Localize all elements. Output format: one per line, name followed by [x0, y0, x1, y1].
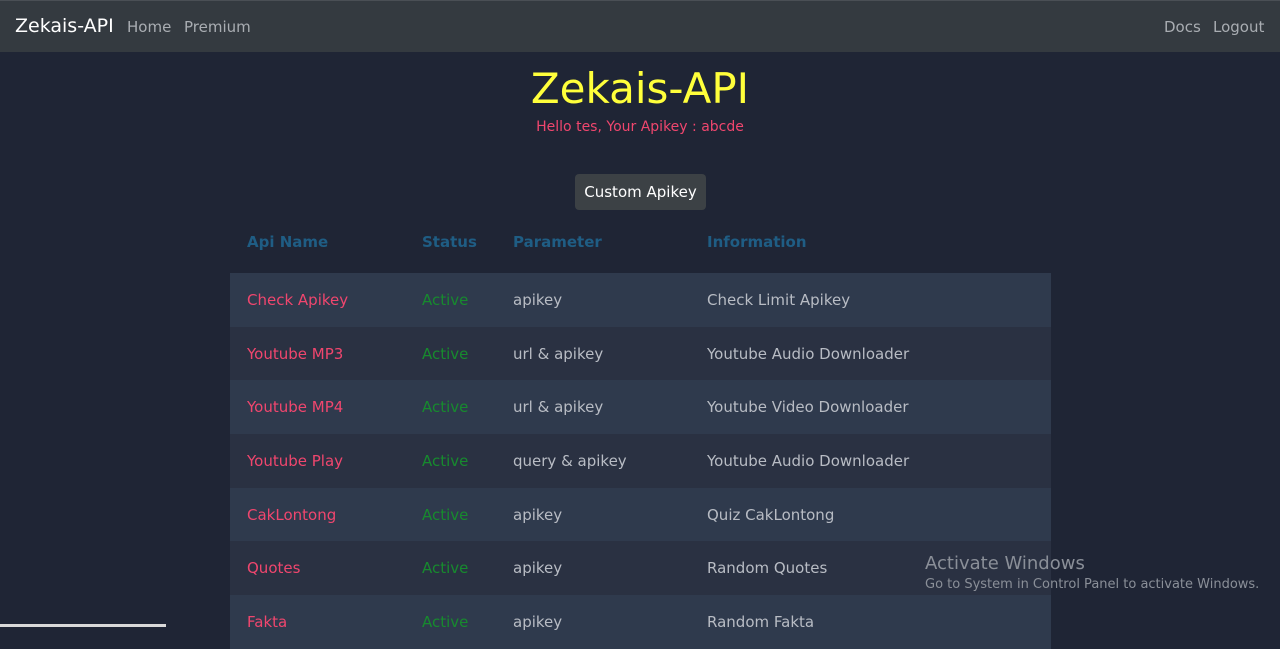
table-row: Check Apikey Active apikey Check Limit A… [230, 273, 1051, 327]
header-parameter: Parameter [513, 233, 602, 251]
parameter-text: url & apikey [513, 398, 604, 417]
table-row: Youtube Play Active query & apikey Youtu… [230, 434, 1051, 488]
status-badge: Active [422, 398, 469, 417]
custom-apikey-button[interactable]: Custom Apikey [575, 174, 706, 210]
table-header: Api Name Status Parameter Information [230, 218, 1051, 273]
header-api-name: Api Name [247, 233, 329, 251]
table-row: Youtube MP4 Active url & apikey Youtube … [230, 380, 1051, 435]
status-badge: Active [422, 613, 469, 632]
apikey-greeting: Hello tes, Your Apikey : abcde [536, 119, 744, 135]
parameter-text: apikey [513, 505, 563, 524]
page-title: Zekais-API [530, 64, 750, 113]
nav-premium-link[interactable]: Premium [184, 18, 251, 36]
api-name-link[interactable]: Youtube Play [247, 452, 343, 470]
information-text: Random Fakta [707, 613, 815, 632]
brand-link[interactable]: Zekais-API [15, 15, 114, 37]
api-name-link[interactable]: Check Apikey [247, 291, 348, 309]
api-name-link[interactable]: Youtube MP3 [247, 345, 343, 363]
header-information: Information [707, 233, 807, 251]
information-text: Check Limit Apikey [707, 291, 851, 309]
status-badge: Active [422, 452, 469, 471]
parameter-text: apikey [513, 291, 563, 309]
status-badge: Active [422, 291, 469, 309]
information-text: Youtube Video Downloader [707, 398, 909, 417]
table-row: Youtube MP3 Active url & apikey Youtube … [230, 326, 1051, 381]
information-text: Quiz CakLontong [707, 505, 835, 524]
information-text: Random Quotes [707, 559, 828, 578]
activate-windows-title: Activate Windows [925, 553, 1085, 574]
nav-docs-link[interactable]: Docs [1164, 18, 1201, 36]
nav-home-link[interactable]: Home [127, 18, 171, 36]
information-text: Youtube Audio Downloader [707, 344, 910, 363]
table-row: Fakta Active apikey Random Fakta [230, 595, 1051, 649]
api-name-link[interactable]: Quotes [247, 559, 300, 577]
api-name-link[interactable]: CakLontong [247, 506, 336, 524]
parameter-text: url & apikey [513, 344, 604, 363]
information-text: Youtube Audio Downloader [707, 452, 910, 471]
api-name-link[interactable]: Fakta [247, 613, 287, 631]
parameter-text: apikey [513, 559, 563, 578]
parameter-text: apikey [513, 613, 563, 632]
status-badge: Active [422, 344, 469, 363]
api-name-link[interactable]: Youtube MP4 [247, 398, 343, 416]
nav-logout-link[interactable]: Logout [1213, 18, 1264, 36]
header-status: Status [422, 233, 477, 251]
activate-windows-subtitle: Go to System in Control Panel to activat… [925, 577, 1260, 592]
table-row: CakLontong Active apikey Quiz CakLontong [230, 487, 1051, 542]
status-badge: Active [422, 559, 469, 578]
navbar: Zekais-API Home Premium Docs Logout [0, 0, 1280, 52]
parameter-text: query & apikey [513, 452, 627, 471]
status-badge: Active [422, 505, 469, 524]
